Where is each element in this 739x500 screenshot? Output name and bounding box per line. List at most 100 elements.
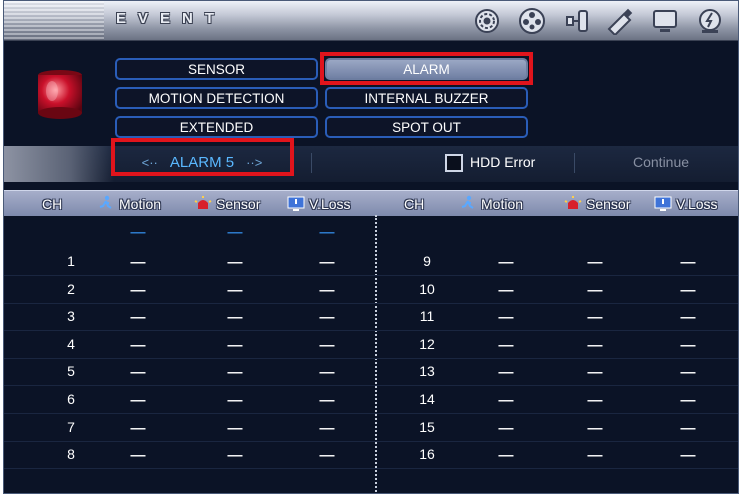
video-loss-monitor-icon (654, 196, 672, 211)
row-separator (4, 413, 738, 414)
channel-number: 7 (67, 419, 75, 435)
sensor-toggle[interactable]: ----- (587, 338, 603, 352)
motion-toggle[interactable]: ----- (498, 365, 514, 379)
vloss-toggle[interactable]: ----- (319, 283, 335, 297)
header-sensor-right: Sensor (564, 191, 630, 216)
film-reel-icon[interactable] (516, 7, 548, 35)
header-motion-left: Motion (97, 191, 161, 216)
sensor-siren-icon (564, 195, 582, 209)
vloss-toggle[interactable]: ----- (680, 448, 696, 462)
channel-number: 5 (67, 363, 75, 379)
vloss-toggle[interactable]: ----- (680, 310, 696, 324)
channel-number: 16 (419, 446, 435, 462)
motion-toggle[interactable]: ----- (498, 255, 514, 269)
motion-runner-icon (461, 195, 474, 209)
sensor-toggle[interactable]: ----- (587, 365, 603, 379)
all-sensor-toggle[interactable]: ----- (227, 225, 243, 239)
motion-toggle[interactable]: ----- (498, 421, 514, 435)
usb-key-icon[interactable] (604, 7, 636, 35)
title-bar-stripes (4, 1, 104, 40)
video-loss-monitor-icon (287, 196, 305, 211)
vloss-toggle[interactable]: ----- (319, 338, 335, 352)
header-ch-left: CH (42, 195, 63, 212)
motion-toggle[interactable]: ----- (130, 365, 146, 379)
motion-toggle[interactable]: ----- (498, 338, 514, 352)
header-motion-right: Motion (459, 191, 523, 216)
vloss-toggle[interactable]: ----- (319, 448, 335, 462)
sensor-toggle[interactable]: ----- (587, 255, 603, 269)
alarm-beacon-icon (34, 65, 86, 125)
sensor-toggle[interactable]: ----- (227, 338, 243, 352)
vloss-toggle[interactable]: ----- (680, 283, 696, 297)
header-vloss-right: V.Loss (654, 191, 718, 216)
header-sensor-left: Sensor (194, 191, 260, 216)
motion-toggle[interactable]: ----- (498, 310, 514, 324)
row-separator (4, 468, 738, 469)
sensor-toggle[interactable]: ----- (227, 393, 243, 407)
monitor-icon[interactable] (649, 7, 681, 35)
channel-number: 10 (419, 281, 435, 297)
channel-number: 6 (67, 391, 75, 407)
vloss-toggle[interactable]: ----- (319, 421, 335, 435)
motion-toggle[interactable]: ----- (130, 338, 146, 352)
hdd-error-checkbox[interactable] (445, 154, 463, 172)
power-icon[interactable] (694, 7, 726, 35)
vloss-toggle[interactable]: ----- (319, 393, 335, 407)
vloss-toggle[interactable]: ----- (319, 365, 335, 379)
sensor-toggle[interactable]: ----- (587, 393, 603, 407)
sensor-toggle[interactable]: ----- (227, 448, 243, 462)
all-motion-toggle[interactable]: ----- (130, 225, 146, 239)
sensor-toggle[interactable]: ----- (587, 421, 603, 435)
channel-number: 3 (67, 308, 75, 324)
table-column-divider (375, 215, 377, 493)
sensor-toggle[interactable]: ----- (227, 365, 243, 379)
table-header: CH Motion Sensor V.Loss CH Motion Sensor… (4, 190, 738, 216)
menu-spot-out[interactable]: SPOT OUT (325, 116, 528, 138)
row-separator (4, 441, 738, 442)
sensor-toggle[interactable]: ----- (227, 283, 243, 297)
motion-toggle[interactable]: ----- (130, 421, 146, 435)
menu-extended[interactable]: EXTENDED (115, 116, 318, 138)
network-icon[interactable] (561, 7, 593, 35)
menu-sensor[interactable]: SENSOR (115, 58, 318, 80)
channel-number: 9 (423, 253, 431, 269)
channel-number: 1 (67, 253, 75, 269)
sensor-toggle[interactable]: ----- (587, 310, 603, 324)
channel-number: 15 (419, 419, 435, 435)
sensor-toggle[interactable]: ----- (587, 283, 603, 297)
event-screen: EVENT SENSOR ALARM MOTION DETECTION INTE… (3, 0, 739, 494)
vloss-toggle[interactable]: ----- (319, 310, 335, 324)
sensor-toggle[interactable]: ----- (227, 310, 243, 324)
menu-internal-buzzer[interactable]: INTERNAL BUZZER (325, 87, 528, 109)
selector-strip-accent (4, 146, 114, 182)
motion-toggle[interactable]: ----- (498, 448, 514, 462)
channel-number: 14 (419, 391, 435, 407)
alarm-selector-highlight-box (111, 138, 294, 176)
motion-toggle[interactable]: ----- (130, 255, 146, 269)
motion-toggle[interactable]: ----- (130, 283, 146, 297)
menu-motion-detection[interactable]: MOTION DETECTION (115, 87, 318, 109)
motion-toggle[interactable]: ----- (130, 448, 146, 462)
channel-number: 12 (419, 336, 435, 352)
vloss-toggle[interactable]: ----- (680, 421, 696, 435)
vloss-toggle[interactable]: ----- (680, 255, 696, 269)
motion-toggle[interactable]: ----- (498, 393, 514, 407)
motion-toggle[interactable]: ----- (130, 310, 146, 324)
header-motion-label: Motion (119, 195, 162, 212)
sensor-toggle[interactable]: ----- (227, 255, 243, 269)
motion-toggle[interactable]: ----- (498, 283, 514, 297)
page-title: EVENT (116, 10, 227, 27)
settings-gear-icon[interactable] (471, 7, 503, 35)
header-sensor-label: Sensor (216, 195, 261, 212)
channel-number: 8 (67, 446, 75, 462)
sensor-toggle[interactable]: ----- (227, 421, 243, 435)
vloss-toggle[interactable]: ----- (319, 255, 335, 269)
motion-toggle[interactable]: ----- (130, 393, 146, 407)
vloss-toggle[interactable]: ----- (680, 365, 696, 379)
vloss-toggle[interactable]: ----- (680, 338, 696, 352)
vloss-toggle[interactable]: ----- (680, 393, 696, 407)
sensor-toggle[interactable]: ----- (587, 448, 603, 462)
alarm-highlight-box (320, 52, 533, 85)
continue-button[interactable]: Continue (633, 154, 689, 170)
all-vloss-toggle[interactable]: ----- (319, 225, 335, 239)
